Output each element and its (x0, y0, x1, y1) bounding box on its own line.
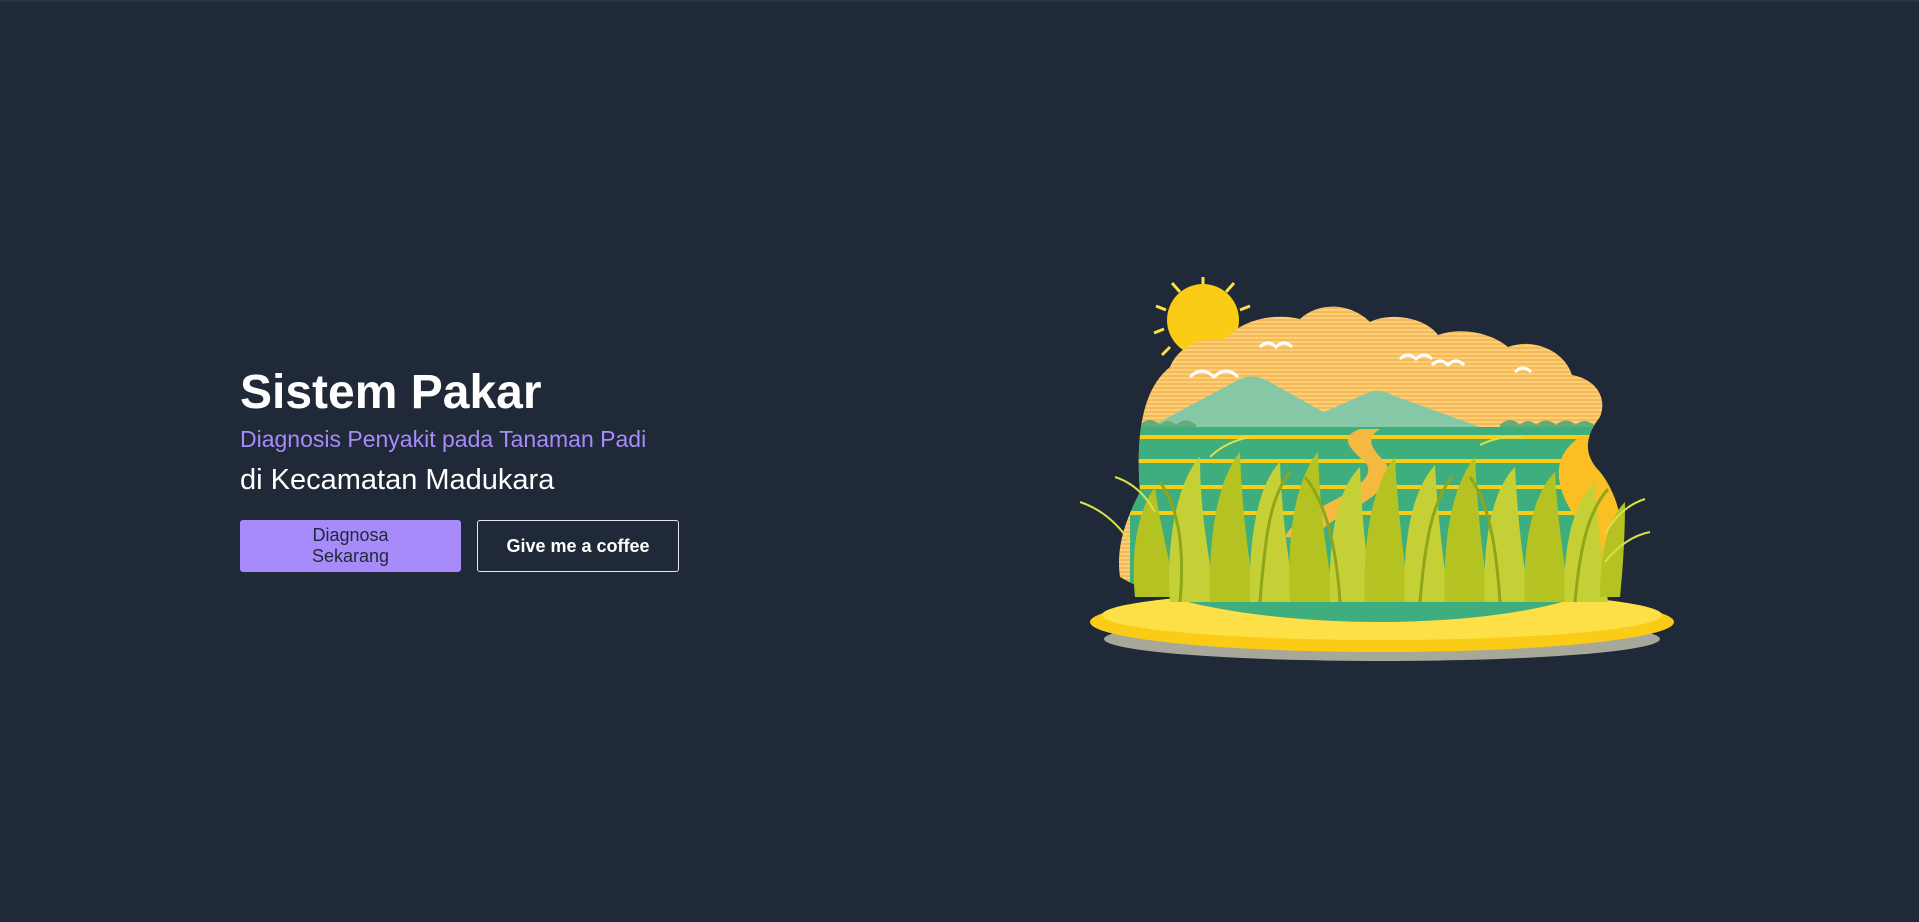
hero-subtitle: Diagnosis Penyakit pada Tanaman Padi (240, 426, 647, 452)
hero-location: di Kecamatan Madukara (240, 464, 555, 496)
page-title: Sistem Pakar (240, 366, 542, 419)
hero-section: Sistem Pakar Diagnosis Penyakit pada Tan… (240, 364, 800, 572)
rice-field-illustration (1079, 277, 1674, 661)
diagnose-now-button[interactable]: Diagnosa Sekarang (240, 520, 461, 572)
give-coffee-button[interactable]: Give me a coffee (477, 520, 679, 572)
hero-actions: Diagnosa Sekarang Give me a coffee (240, 520, 800, 572)
landing-page: Sistem Pakar Diagnosis Penyakit pada Tan… (0, 0, 1919, 922)
